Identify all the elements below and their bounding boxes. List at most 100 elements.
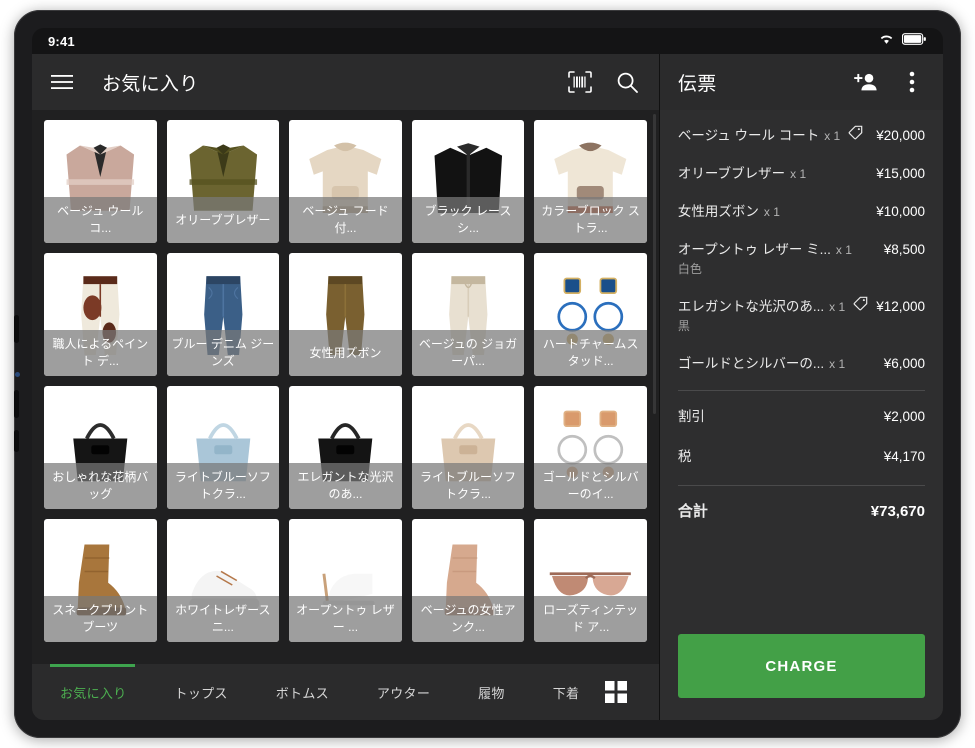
barcode-scan-icon[interactable] (567, 69, 593, 95)
product-name: ライトブルーソフトクラ... (416, 469, 521, 503)
receipt-line-item[interactable]: オープントゥ レザー ミ...x 1¥8,500白色 (678, 238, 925, 277)
product-name: ローズティンテッド ア... (538, 602, 643, 636)
battery-icon (902, 32, 927, 50)
charge-button-container: CHARGE (660, 624, 943, 720)
receipt-line-item[interactable]: オリーブブレザーx 1¥15,000 (678, 162, 925, 182)
line-item-price: ¥20,000 (868, 128, 925, 143)
product-tile[interactable]: ベージュ ウール コ... (44, 120, 157, 243)
line-item-name: オリーブブレザー (678, 162, 785, 182)
category-tab[interactable]: ボトムス (266, 683, 339, 702)
product-tile-label: ベージュ ウール コ... (44, 197, 157, 243)
product-tile-label: ホワイトレザースニ... (167, 596, 280, 642)
category-tab[interactable]: お気に入り (50, 683, 137, 702)
product-name: ブルー デニム ジーンズ (171, 336, 276, 370)
receipt-line-item-row: 女性用ズボンx 1¥10,000 (678, 200, 925, 220)
product-tile[interactable]: ベージュの ジョガーパ... (412, 253, 525, 376)
receipt-divider-top (678, 390, 925, 391)
product-tile-label: ライトブルーソフトクラ... (167, 463, 280, 509)
grand-total-row: 合計 ¥73,670 (678, 500, 925, 521)
product-name: オープントゥ レザー ... (293, 602, 398, 636)
grand-total-value: ¥73,670 (871, 503, 925, 520)
receipt-line-item-row: オリーブブレザーx 1¥15,000 (678, 162, 925, 182)
product-tile-label: ベージュの ジョガーパ... (412, 330, 525, 376)
product-tile[interactable]: ハートチャームスタッド... (534, 253, 647, 376)
product-tile[interactable]: ライトブルーソフトクラ... (167, 386, 280, 509)
status-bar-indicators (879, 32, 927, 50)
product-name: ベージュの ジョガーパ... (416, 336, 521, 370)
product-tile-label: オープントゥ レザー ... (289, 596, 402, 642)
product-name: ベージュ ウール コ... (48, 203, 153, 237)
product-name: ブラック レース シ... (416, 203, 521, 237)
product-name: スネークプリントブーツ (48, 602, 153, 636)
product-tile[interactable]: ブルー デニム ジーンズ (167, 253, 280, 376)
product-tile[interactable]: 女性用ズボン (289, 253, 402, 376)
hamburger-menu-icon[interactable] (46, 66, 78, 98)
product-name: ベージュ フード付... (293, 203, 398, 237)
line-item-quantity: x 1 (829, 300, 845, 314)
charge-button[interactable]: CHARGE (678, 634, 925, 698)
device-side-button-volume-down[interactable] (14, 430, 19, 452)
product-tile[interactable]: エレガントな光沢のあ... (289, 386, 402, 509)
product-tile-label: ゴールドとシルバーのイ... (534, 463, 647, 509)
product-tile[interactable]: ブラック レース シ... (412, 120, 525, 243)
receipt-pane: 伝票 (659, 54, 943, 720)
line-item-price: ¥12,000 (868, 299, 925, 314)
app-bar-actions (567, 69, 641, 95)
search-icon[interactable] (615, 69, 641, 95)
receipt-line-items: ベージュ ウール コートx 1¥20,000オリーブブレザーx 1¥15,000… (678, 124, 925, 372)
category-tab[interactable]: 履物 (468, 683, 515, 702)
product-tile[interactable]: ローズティンテッド ア... (534, 519, 647, 642)
status-bar-clock: 9:41 (48, 34, 75, 49)
product-name: ゴールドとシルバーのイ... (538, 469, 643, 503)
receipt-app-bar: 伝票 (660, 54, 943, 110)
receipt-line-item[interactable]: 女性用ズボンx 1¥10,000 (678, 200, 925, 220)
receipt-line-item-row: ベージュ ウール コートx 1¥20,000 (678, 124, 925, 144)
tablet-device-frame: 9:41 (14, 10, 961, 738)
receipt-items-scroll-area[interactable]: ベージュ ウール コートx 1¥20,000オリーブブレザーx 1¥15,000… (660, 110, 943, 624)
receipt-summary-row: 税¥4,170 (678, 445, 925, 465)
discount-tag-icon (848, 125, 863, 140)
grid-view-icon[interactable] (605, 681, 627, 703)
summary-value: ¥4,170 (884, 449, 925, 464)
device-side-button-power[interactable] (14, 315, 19, 343)
category-tab[interactable]: トップス (165, 683, 238, 702)
product-tile-label: おしゃれな花柄バッグ (44, 463, 157, 509)
product-tile[interactable]: ライトブルーソフトクラ... (412, 386, 525, 509)
product-name: 女性用ズボン (309, 345, 381, 362)
product-tile[interactable]: ベージュの女性アンク... (412, 519, 525, 642)
product-name: ハートチャームスタッド... (538, 336, 643, 370)
product-tile[interactable]: スネークプリントブーツ (44, 519, 157, 642)
receipt-line-item[interactable]: ベージュ ウール コートx 1¥20,000 (678, 124, 925, 144)
product-tile[interactable]: ベージュ フード付... (289, 120, 402, 243)
product-grid-scroll-area[interactable]: ベージュ ウール コ... オリーブブレザー ベージュ フード付... ブラック… (32, 110, 659, 664)
line-item-name: 女性用ズボン (678, 200, 759, 220)
add-person-icon[interactable] (853, 69, 879, 95)
receipt-line-item[interactable]: エレガントな光沢のあ...x 1¥12,000黒 (678, 295, 925, 334)
product-tile[interactable]: おしゃれな花柄バッグ (44, 386, 157, 509)
product-tile[interactable]: 職人によるペイント デ... (44, 253, 157, 376)
product-tile[interactable]: オリーブブレザー (167, 120, 280, 243)
category-tab[interactable]: 下着 (543, 683, 590, 702)
more-vert-icon[interactable] (899, 69, 925, 95)
main-layout: お気に入り (32, 54, 943, 720)
catalog-scrollbar[interactable] (653, 114, 656, 414)
receipt-title: 伝票 (678, 69, 717, 96)
receipt-divider-bottom (678, 485, 925, 486)
receipt-actions (853, 69, 925, 95)
product-tile[interactable]: ゴールドとシルバーのイ... (534, 386, 647, 509)
category-tab[interactable]: アウター (367, 683, 440, 702)
product-tile[interactable]: ホワイトレザースニ... (167, 519, 280, 642)
line-item-quantity: x 1 (764, 205, 780, 219)
app-bar: お気に入り (32, 54, 659, 110)
category-tabs: お気に入り トップス ボトムス アウター 履物 下着 (32, 683, 589, 702)
product-tile-label: 女性用ズボン (289, 330, 402, 376)
receipt-line-item[interactable]: ゴールドとシルバーの...x 1¥6,000 (678, 352, 925, 372)
product-name: ホワイトレザースニ... (171, 602, 276, 636)
product-tile-label: ブラック レース シ... (412, 197, 525, 243)
page-title: お気に入り (102, 69, 199, 96)
product-name: カラーブロック ストラ... (538, 203, 643, 237)
product-tile[interactable]: オープントゥ レザー ... (289, 519, 402, 642)
line-item-price: ¥15,000 (868, 166, 925, 181)
device-side-button-volume-up[interactable] (14, 390, 19, 418)
product-tile[interactable]: カラーブロック ストラ... (534, 120, 647, 243)
